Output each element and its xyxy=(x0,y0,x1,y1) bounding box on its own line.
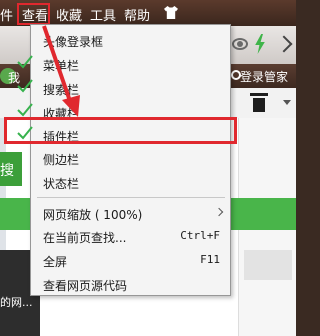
arrow-shaft xyxy=(42,25,73,105)
annotation-arrow xyxy=(42,25,80,117)
arrow-head xyxy=(62,95,80,117)
